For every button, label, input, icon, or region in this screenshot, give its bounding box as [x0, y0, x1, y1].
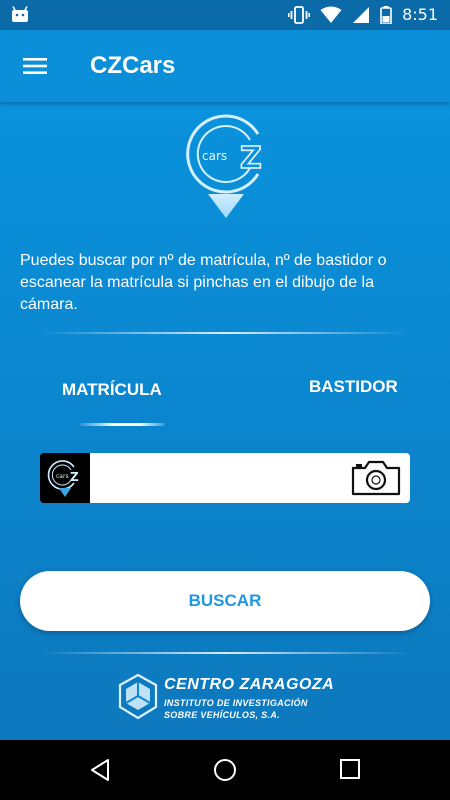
buscar-button[interactable]: BUSCAR [20, 571, 430, 631]
logo-cars-text: cars [202, 149, 227, 163]
home-icon[interactable] [213, 758, 237, 782]
app-title: CZCars [90, 52, 176, 79]
status-time: 8:51 [402, 5, 438, 24]
divider-top [40, 332, 410, 334]
app-bar: CZCars [0, 30, 450, 102]
centro-zaragoza-logo: CENTRO ZARAGOZA INSTITUTO DE INVESTIGACI… [118, 670, 338, 726]
logo-z-letter: Z [240, 141, 262, 176]
main-content: cars Z Puedes buscar por nº de matrícula… [0, 102, 450, 740]
centro-zaragoza-emblem [118, 674, 158, 720]
intro-text: Puedes buscar por nº de matrícula, nº de… [20, 252, 387, 313]
footer-line2: SOBRE VEHÍCULOS, S.A. [164, 710, 280, 720]
battery-icon [380, 5, 392, 24]
hamburger-menu-icon[interactable] [20, 54, 50, 78]
tab-matricula[interactable]: MATRÍCULA [62, 380, 162, 400]
back-icon[interactable] [88, 758, 112, 782]
tab-indicator [80, 423, 164, 426]
status-bar: 8:51 [0, 0, 450, 30]
small-logo-z-letter: Z [70, 470, 79, 484]
tab-bastidor[interactable]: BASTIDOR [309, 377, 398, 397]
czcars-logo: cars Z [186, 114, 263, 218]
plate-input[interactable] [98, 459, 338, 497]
czcars-small-logo: cars Z [40, 453, 90, 503]
signal-icon [353, 6, 370, 23]
wifi-icon [320, 6, 342, 23]
navigation-bar [0, 740, 450, 800]
footer-line1: INSTITUTO DE INVESTIGACIÓN [164, 698, 308, 708]
camera-icon[interactable] [350, 459, 402, 497]
android-icon [12, 6, 28, 22]
footer-brand: CENTRO ZARAGOZA [164, 676, 335, 693]
plate-search-field: cars Z [40, 453, 410, 503]
recents-icon[interactable] [339, 758, 361, 780]
vibrate-icon [288, 5, 311, 24]
small-logo-cars-text: cars [56, 473, 69, 480]
divider-bottom [40, 652, 410, 654]
